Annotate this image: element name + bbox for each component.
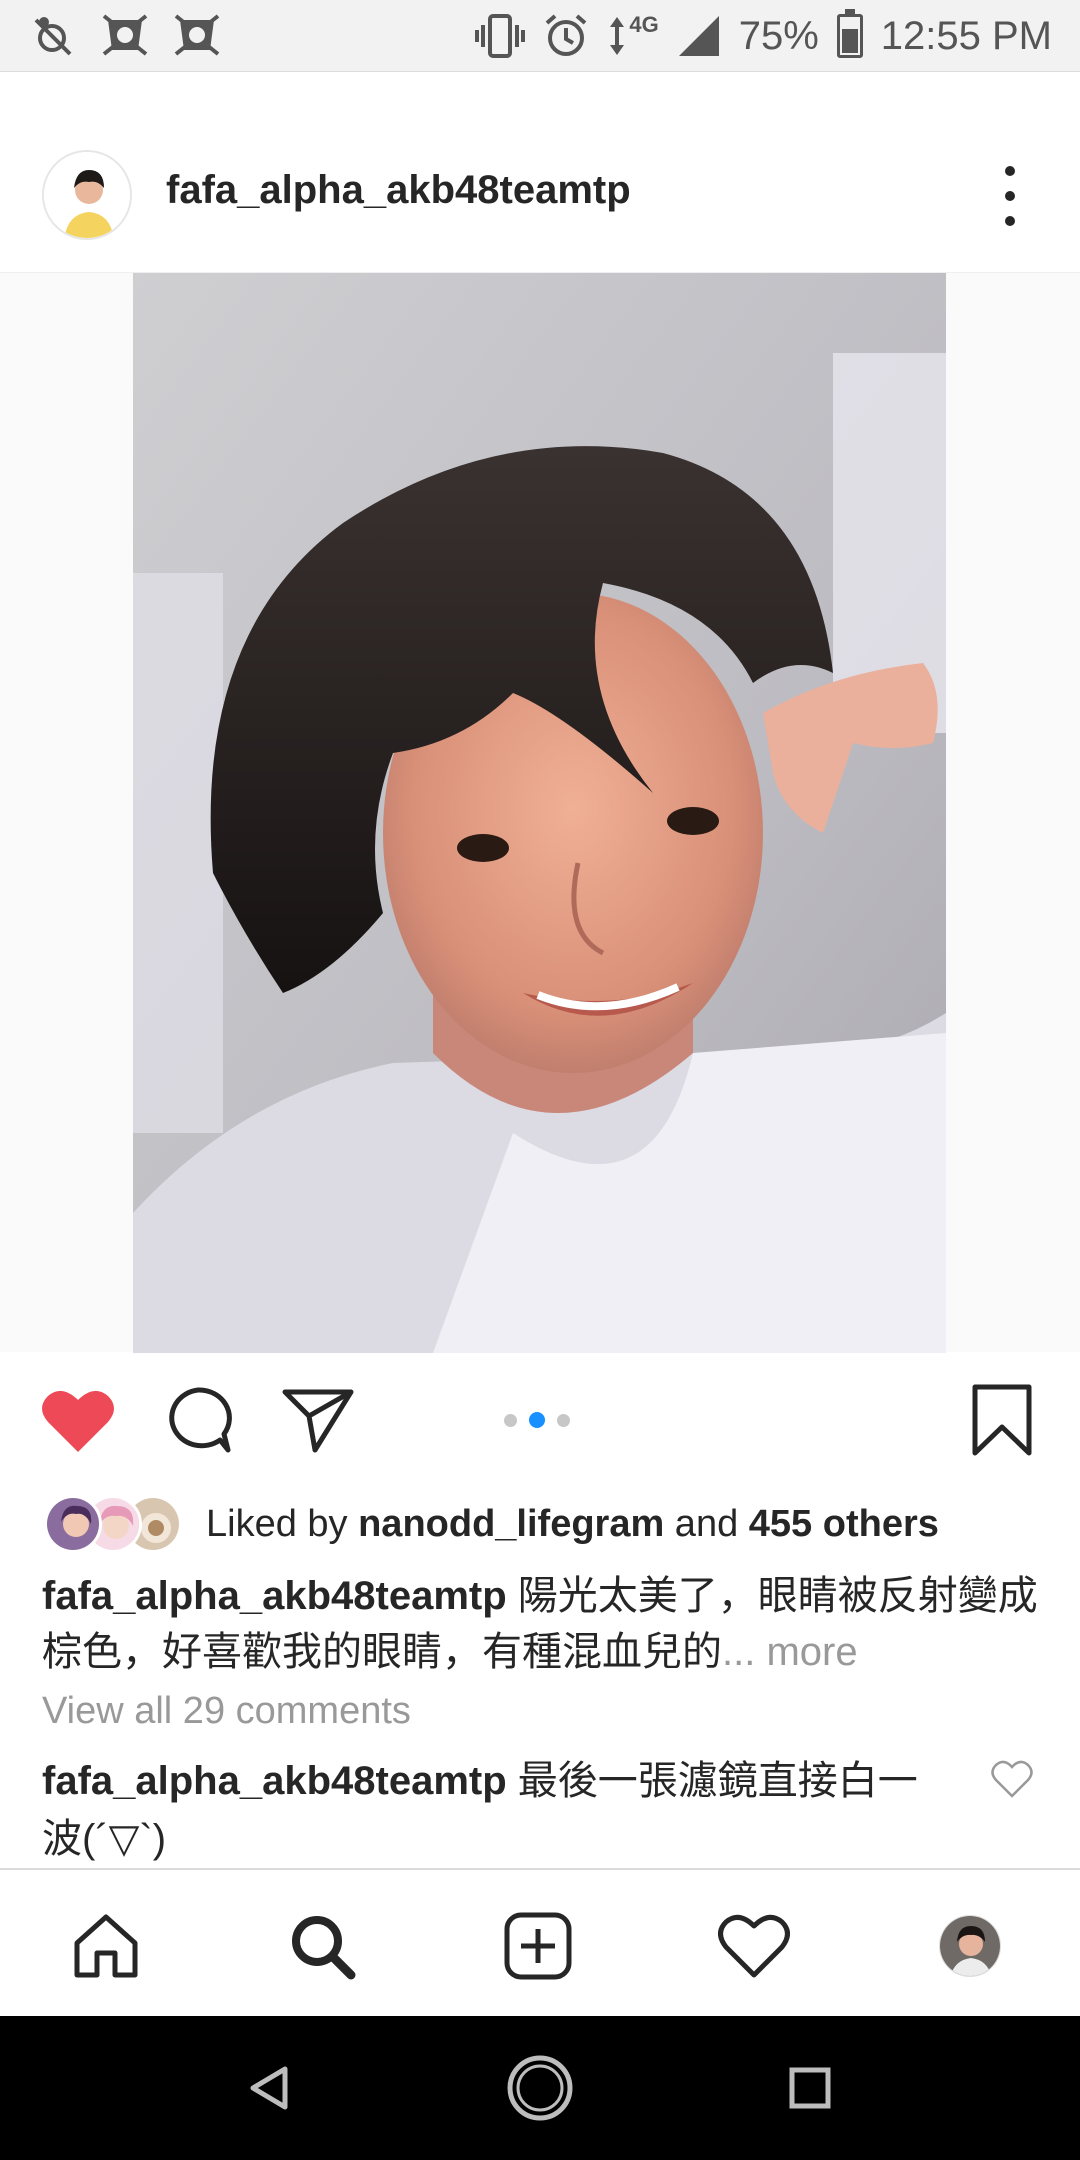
likes-summary[interactable]: Liked by nanodd_lifegram and 455 others: [44, 1492, 939, 1556]
app-notification-icon: [102, 14, 148, 56]
home-circle-icon[interactable]: [502, 2050, 578, 2126]
post-actions: [0, 1380, 1080, 1460]
carousel-dot: [504, 1413, 517, 1427]
notification-icons: [30, 12, 220, 58]
likes-prefix: Liked by: [206, 1502, 359, 1545]
profile-avatar: [939, 1915, 1001, 1977]
carousel-dot-active: [529, 1412, 545, 1428]
system-navigation-bar: [0, 2016, 1080, 2160]
post-caption: fafa_alpha_akb48teamtp 陽光太美了，眼睛被反射變成棕色，好…: [42, 1568, 1042, 1680]
likes-others-count[interactable]: 455 others: [749, 1503, 939, 1545]
system-status: 4G 75% 12:55 PM: [475, 8, 1052, 64]
more-options-icon[interactable]: [1000, 166, 1020, 226]
battery-icon: [836, 9, 863, 58]
network-type: 4G: [629, 12, 659, 37]
search-icon[interactable]: [282, 1906, 362, 1986]
caption-username[interactable]: fafa_alpha_akb48teamtp: [42, 1574, 507, 1618]
cell-signal-icon: [678, 16, 719, 56]
alarm-icon: [546, 14, 587, 56]
comment-icon[interactable]: [158, 1380, 238, 1460]
back-icon[interactable]: [232, 2050, 308, 2126]
post-author-username[interactable]: fafa_alpha_akb48teamtp: [166, 168, 631, 213]
likes-text: Liked by nanodd_lifegram and 455 others: [206, 1503, 939, 1546]
bottom-nav: [0, 1868, 1080, 2016]
status-bar: 4G 75% 12:55 PM: [0, 0, 1080, 72]
bookmark-icon[interactable]: [962, 1380, 1042, 1460]
home-icon[interactable]: [66, 1906, 146, 1986]
signal-off-icon: [34, 17, 72, 56]
app-notification-icon: [174, 14, 220, 56]
post-header: fafa_alpha_akb48teamtp: [0, 130, 1080, 270]
likes-connector: and: [664, 1502, 749, 1545]
heart-filled-icon[interactable]: [38, 1380, 118, 1460]
comment-like-icon[interactable]: [990, 1758, 1034, 1802]
liker-avatars: [44, 1495, 184, 1553]
vibrate-icon: [475, 14, 526, 58]
carousel-dot: [557, 1413, 570, 1427]
liker-avatar: [44, 1495, 102, 1553]
carousel-indicator: [504, 1412, 570, 1428]
battery-percent: 75%: [738, 13, 819, 58]
post-author-avatar[interactable]: [42, 150, 132, 240]
post-photo: [133, 273, 946, 1353]
new-post-icon[interactable]: [498, 1906, 578, 1986]
clock: 12:55 PM: [880, 13, 1052, 58]
view-all-comments-link[interactable]: View all 29 comments: [42, 1690, 411, 1733]
caption-more-link[interactable]: ... more: [722, 1630, 858, 1674]
data-arrows-icon: [610, 17, 625, 55]
top-comment: fafa_alpha_akb48teamtp 最後一張濾鏡直接白一波(´▽`): [42, 1752, 942, 1868]
activity-heart-icon[interactable]: [714, 1906, 794, 1986]
comment-username[interactable]: fafa_alpha_akb48teamtp: [42, 1759, 507, 1803]
avatar-image: [44, 152, 130, 238]
selfie-image: [133, 273, 946, 1353]
recents-icon[interactable]: [772, 2050, 848, 2126]
first-liker-username[interactable]: nanodd_lifegram: [358, 1503, 664, 1545]
send-icon[interactable]: [278, 1380, 358, 1460]
profile-tab[interactable]: [930, 1906, 1010, 1986]
post-media[interactable]: [0, 272, 1080, 1353]
